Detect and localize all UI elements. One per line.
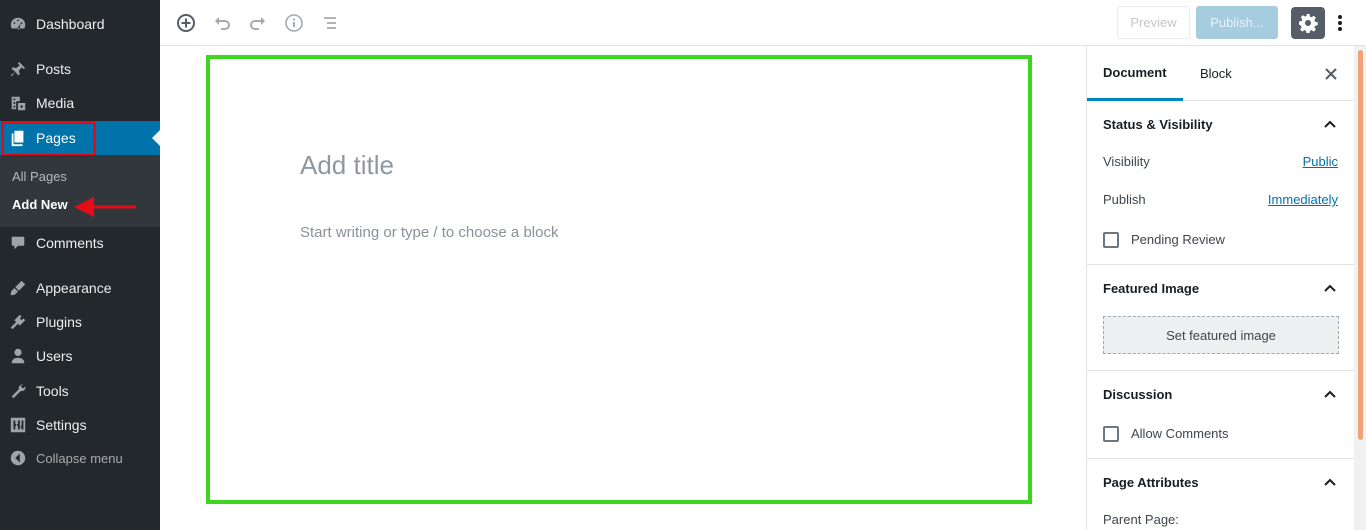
- pushpin-icon: [0, 60, 36, 78]
- add-block-button[interactable]: [174, 11, 198, 35]
- menu-item-label: Dashboard: [36, 16, 105, 32]
- sidebar-scrollbar[interactable]: [1354, 46, 1366, 530]
- scrollbar-thumb[interactable]: [1358, 50, 1363, 440]
- panel-divider: [1087, 370, 1355, 371]
- visibility-link[interactable]: Public: [1303, 154, 1338, 169]
- user-icon: [0, 347, 36, 365]
- menu-item-settings[interactable]: Settings: [0, 408, 160, 442]
- menu-item-label: Plugins: [36, 314, 82, 330]
- content-info-button[interactable]: [282, 11, 306, 35]
- list-view-icon: [324, 17, 336, 29]
- sliders-icon: [0, 416, 36, 434]
- collapse-icon: [0, 449, 36, 467]
- menu-item-appearance[interactable]: Appearance: [0, 271, 160, 305]
- chevron-up-icon[interactable]: [1322, 474, 1338, 490]
- parent-page-label: Parent Page:: [1103, 512, 1179, 527]
- collapse-menu-button[interactable]: Collapse menu: [0, 441, 160, 475]
- plus-circle-icon: [177, 14, 195, 32]
- info-icon: [285, 14, 303, 32]
- menu-item-label: Pages: [36, 130, 76, 146]
- menu-item-users[interactable]: Users: [0, 339, 160, 373]
- menu-item-tools[interactable]: Tools: [0, 374, 160, 408]
- pending-review-checkbox[interactable]: [1103, 232, 1119, 248]
- menu-item-posts[interactable]: Posts: [0, 52, 160, 86]
- collapse-menu-label: Collapse menu: [36, 450, 123, 466]
- pages-icon: [0, 129, 36, 147]
- red-arrow-annotation: [74, 197, 136, 217]
- menu-item-label: Appearance: [36, 280, 112, 296]
- preview-button[interactable]: Preview: [1117, 6, 1190, 39]
- dashboard-icon: [0, 15, 36, 33]
- menu-item-label: Settings: [36, 417, 87, 433]
- body-input[interactable]: Start writing or type / to choose a bloc…: [300, 224, 558, 241]
- pending-review-label: Pending Review: [1131, 232, 1225, 247]
- comment-icon: [0, 234, 36, 252]
- close-icon[interactable]: [1323, 66, 1339, 82]
- gear-icon: [1299, 14, 1318, 33]
- menu-item-label: Tools: [36, 383, 69, 399]
- undo-icon: [215, 17, 230, 30]
- submenu-add-new[interactable]: Add New: [12, 197, 68, 212]
- visibility-label: Visibility: [1103, 154, 1150, 169]
- title-input[interactable]: Add title: [300, 150, 394, 181]
- tab-document[interactable]: Document: [1087, 46, 1183, 101]
- allow-comments-checkbox[interactable]: [1103, 426, 1119, 442]
- set-featured-image-button[interactable]: Set featured image: [1103, 316, 1339, 354]
- tab-block[interactable]: Block: [1200, 46, 1232, 101]
- more-options-button[interactable]: [1333, 10, 1347, 36]
- menu-item-label: Users: [36, 348, 73, 364]
- undo-button[interactable]: [210, 11, 234, 35]
- submenu-all-pages[interactable]: All Pages: [12, 169, 67, 184]
- publish-button[interactable]: Publish...: [1196, 6, 1278, 39]
- panel-divider: [1087, 458, 1355, 459]
- redo-icon: [250, 17, 265, 30]
- panel-title-featured[interactable]: Featured Image: [1103, 281, 1199, 296]
- brush-icon: [0, 279, 36, 297]
- menu-item-dashboard[interactable]: Dashboard: [0, 7, 160, 41]
- panel-title-status[interactable]: Status & Visibility: [1103, 117, 1213, 132]
- panel-divider: [1087, 264, 1355, 265]
- admin-menu: Dashboard Posts Media Pages All Pages Ad…: [0, 0, 160, 530]
- kebab-menu-icon: [1338, 15, 1342, 31]
- chevron-up-icon[interactable]: [1322, 386, 1338, 402]
- chevron-up-icon[interactable]: [1322, 116, 1338, 132]
- chevron-up-icon[interactable]: [1322, 280, 1338, 296]
- menu-item-plugins[interactable]: Plugins: [0, 305, 160, 339]
- publish-date-link[interactable]: Immediately: [1268, 192, 1338, 207]
- menu-item-media[interactable]: Media: [0, 86, 160, 120]
- editor-highlight-frame: [206, 55, 1032, 504]
- redo-button[interactable]: [246, 11, 270, 35]
- media-icon: [0, 94, 36, 112]
- block-navigation-button[interactable]: [318, 11, 342, 35]
- allow-comments-label: Allow Comments: [1131, 426, 1229, 441]
- menu-item-comments[interactable]: Comments: [0, 226, 160, 260]
- publish-label: Publish: [1103, 192, 1146, 207]
- plugin-icon: [0, 313, 36, 331]
- settings-toggle-button[interactable]: [1291, 7, 1325, 39]
- editor-canvas: Add title Start writing or type / to cho…: [160, 46, 1086, 530]
- menu-item-label: Posts: [36, 61, 72, 77]
- panel-title-attributes[interactable]: Page Attributes: [1103, 475, 1199, 490]
- menu-item-label: Comments: [36, 235, 104, 251]
- menu-item-label: Media: [36, 95, 75, 111]
- menu-item-pages[interactable]: Pages: [0, 121, 160, 155]
- editor-toolbar: Preview Publish...: [160, 0, 1366, 46]
- wrench-icon: [0, 382, 36, 400]
- sidebar-tabs: Document Block: [1087, 46, 1355, 101]
- settings-sidebar: Document Block Status & Visibility Visib…: [1086, 46, 1355, 530]
- panel-title-discussion[interactable]: Discussion: [1103, 387, 1172, 402]
